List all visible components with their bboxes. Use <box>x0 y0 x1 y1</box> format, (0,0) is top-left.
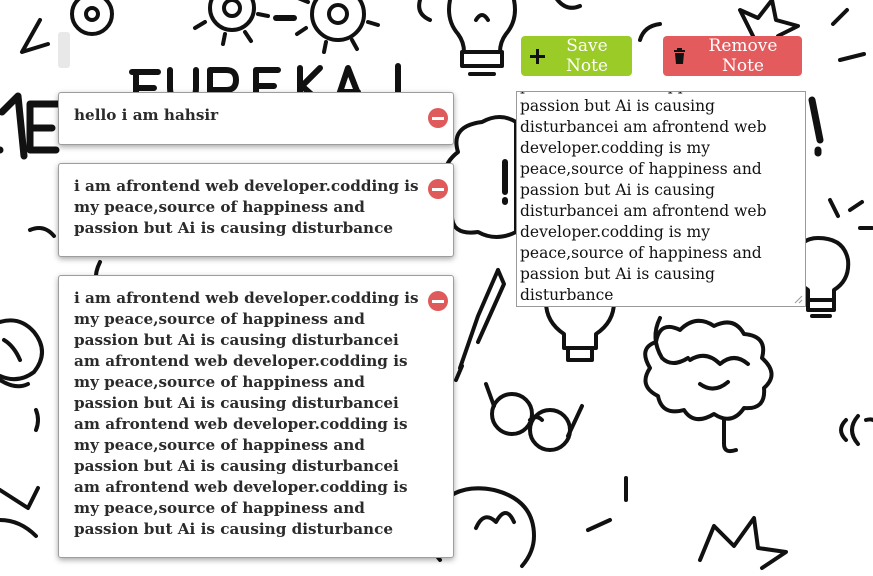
minus-circle-icon[interactable] <box>428 291 448 311</box>
scroll-handle[interactable] <box>58 32 70 68</box>
misc-doodles <box>419 0 660 40</box>
speech-bubble-doodle <box>444 117 516 237</box>
minus-circle-icon[interactable] <box>428 179 448 199</box>
save-note-label: Save Note <box>565 36 608 76</box>
note-text: i am afrontend web developer.codding is … <box>74 289 419 538</box>
bottom-doodles <box>429 478 786 568</box>
note-text: hello i am hahsir <box>74 106 219 124</box>
trash-icon <box>671 47 688 65</box>
note-card[interactable]: i am afrontend web developer.codding is … <box>58 275 454 558</box>
left-lettering-doodle <box>0 96 58 156</box>
save-note-button[interactable]: Save Note <box>521 36 632 76</box>
note-textarea[interactable]: i am afrontend web developer.codding is … <box>516 91 806 307</box>
resize-grip-icon[interactable] <box>792 293 803 304</box>
glasses-doodle <box>486 384 582 450</box>
pencil-doodle <box>456 270 504 380</box>
app-stage: Save Note Remove Note hello i am hahsir … <box>0 0 873 576</box>
note-card[interactable]: i am afrontend web developer.codding is … <box>58 163 454 257</box>
remove-note-button[interactable]: Remove Note <box>663 36 802 76</box>
note-card[interactable]: hello i am hahsir <box>58 92 454 145</box>
brain-doodle <box>645 321 771 451</box>
lightbulb-doodle <box>449 0 515 74</box>
remove-note-label: Remove Note <box>708 36 778 76</box>
small-bulb-doodle <box>546 302 688 363</box>
note-textarea-value: i am afrontend web developer.codding is … <box>520 92 767 304</box>
note-text: i am afrontend web developer.codding is … <box>74 177 419 237</box>
minus-circle-icon[interactable] <box>428 108 448 128</box>
gear-doodle <box>72 0 378 52</box>
plus-icon <box>529 48 546 65</box>
